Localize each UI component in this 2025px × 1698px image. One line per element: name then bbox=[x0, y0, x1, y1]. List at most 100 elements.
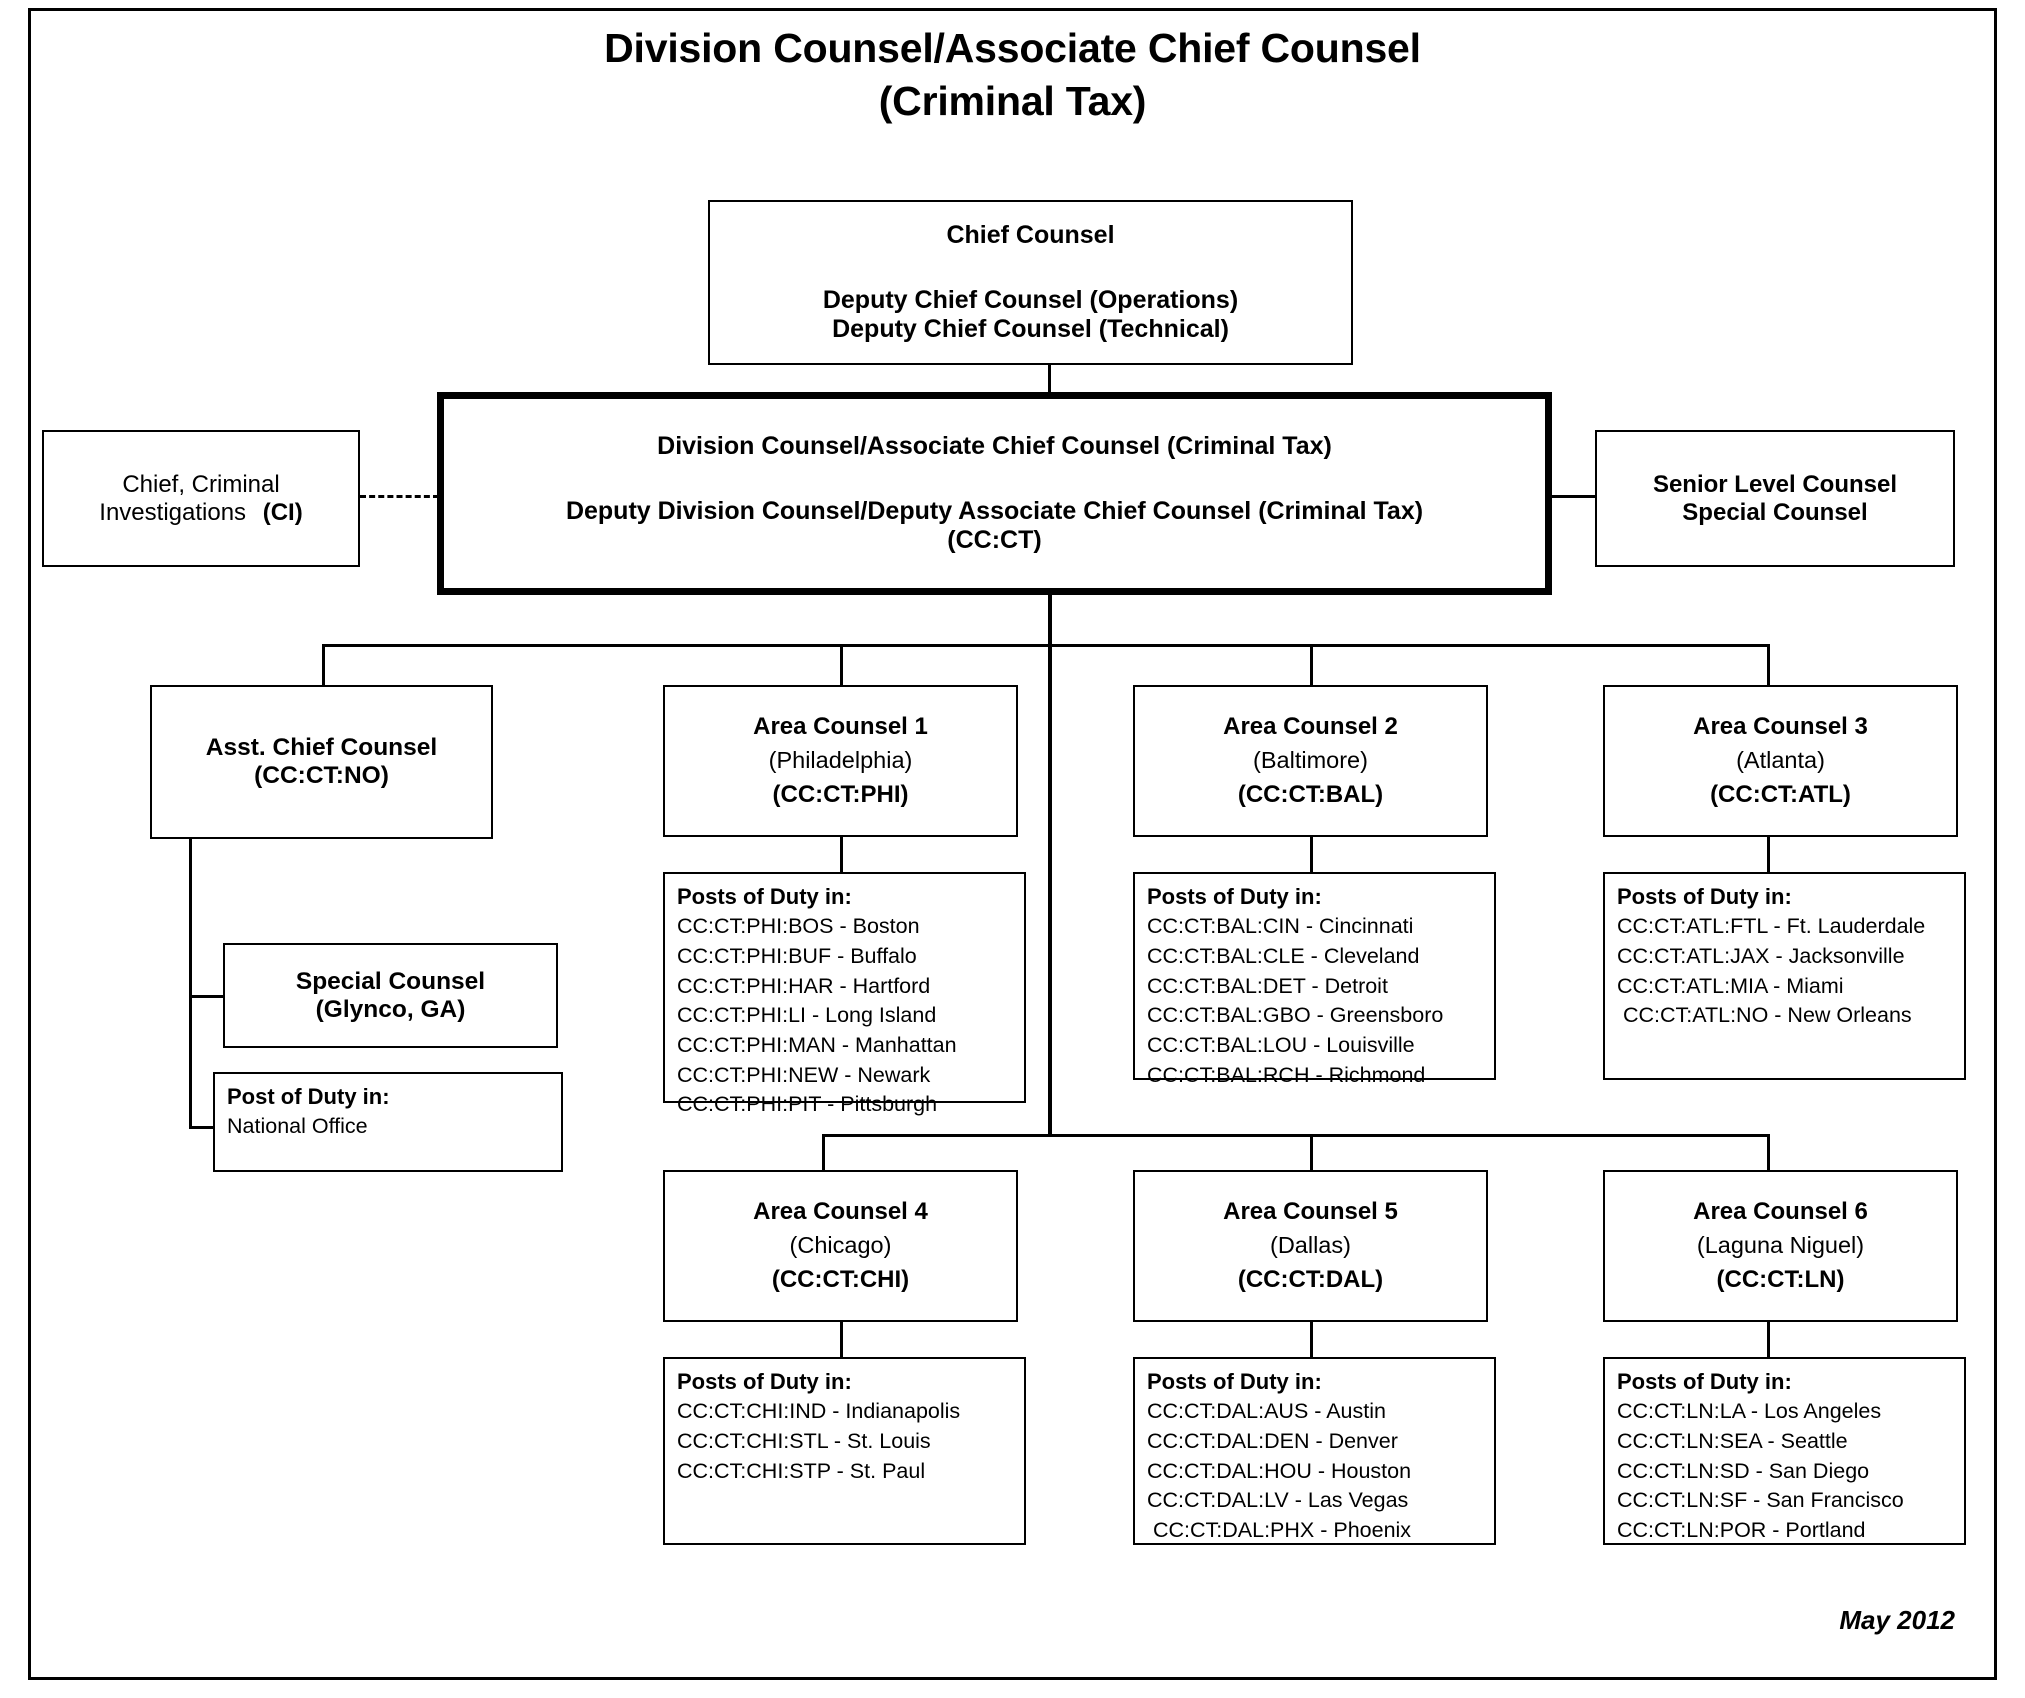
post-item: CC:CT:BAL:CIN - Cincinnati bbox=[1147, 914, 1414, 939]
area-counsel-2-title: Area Counsel 2 bbox=[1223, 713, 1398, 741]
posts-header: Posts of Duty in: bbox=[1617, 884, 1792, 909]
drop-area-1 bbox=[840, 644, 843, 685]
post-item: CC:CT:BAL:DET - Detroit bbox=[1147, 973, 1388, 998]
drop-area-2 bbox=[1310, 644, 1313, 685]
connector-area-6-to-posts bbox=[1767, 1322, 1770, 1358]
connector-area-4-to-posts bbox=[840, 1322, 843, 1358]
division-counsel-box[interactable]: Division Counsel/Associate Chief Counsel… bbox=[437, 392, 1552, 595]
area-counsel-4-posts: Posts of Duty in: CC:CT:CHI:IND - Indian… bbox=[665, 1359, 1024, 1486]
area-counsel-3-posts-box[interactable]: Posts of Duty in: CC:CT:ATL:FTL - Ft. La… bbox=[1603, 872, 1966, 1080]
connector-chief-to-division bbox=[1048, 365, 1051, 393]
connector-division-to-senior-counsel bbox=[1552, 495, 1597, 498]
deputy-chief-counsel-operations: Deputy Chief Counsel (Operations) bbox=[822, 286, 1239, 314]
post-item: CC:CT:CHI:STP - St. Paul bbox=[677, 1458, 926, 1483]
area-counsel-4-city: (Chicago) bbox=[789, 1232, 892, 1259]
chief-criminal-investigations-label: Investigations bbox=[99, 498, 247, 526]
area-counsel-3-posts: Posts of Duty in: CC:CT:ATL:FTL - Ft. La… bbox=[1605, 874, 1964, 1031]
area-counsel-5-box[interactable]: Area Counsel 5 (Dallas) (CC:CT:DAL) bbox=[1133, 1170, 1488, 1322]
senior-level-counsel-label: Senior Level Counsel bbox=[1652, 470, 1898, 498]
national-office-pod-item: National Office bbox=[227, 1114, 368, 1139]
area-counsel-3-code: (CC:CT:ATL) bbox=[1710, 780, 1851, 808]
posts-header: Posts of Duty in: bbox=[1617, 1369, 1792, 1394]
area-counsel-1-posts-box[interactable]: Posts of Duty in: CC:CT:PHI:BOS - Boston… bbox=[663, 872, 1026, 1116]
chief-criminal-investigations-box[interactable]: Chief, Criminal Investigations (CI) bbox=[42, 430, 360, 567]
post-item: CC:CT:DAL:AUS - Austin bbox=[1147, 1399, 1386, 1424]
connector-area-3-to-posts bbox=[1767, 837, 1770, 873]
post-item: CC:CT:DAL:LV - Las Vegas bbox=[1147, 1488, 1409, 1513]
post-item: CC:CT:PHI:MAN - Manhattan bbox=[677, 1032, 957, 1057]
post-item: CC:CT:LN:SEA - Seattle bbox=[1617, 1429, 1848, 1454]
post-item: CC:CT:ATL:NO - New Orleans bbox=[1617, 1003, 1912, 1028]
area-counsel-3-head: Area Counsel 3 (Atlanta) (CC:CT:ATL) bbox=[1693, 710, 1868, 812]
area-counsel-4-posts-box[interactable]: Posts of Duty in: CC:CT:CHI:IND - Indian… bbox=[663, 1357, 1026, 1545]
area-counsel-3-city: (Atlanta) bbox=[1736, 747, 1825, 774]
org-chart-canvas: Division Counsel/Associate Chief Counsel… bbox=[0, 0, 2025, 1698]
area-counsel-5-posts-box[interactable]: Posts of Duty in: CC:CT:DAL:AUS - Austin… bbox=[1133, 1357, 1496, 1545]
area-counsel-6-posts-box[interactable]: Posts of Duty in: CC:CT:LN:LA - Los Ange… bbox=[1603, 1357, 1966, 1545]
distribution-bar-row1 bbox=[322, 644, 1770, 647]
drop-area-4 bbox=[822, 1134, 825, 1171]
distribution-bar-row2 bbox=[822, 1134, 1767, 1137]
post-item: CC:CT:PHI:NEW - Newark bbox=[677, 1062, 931, 1087]
footer-date: May 2012 bbox=[1839, 1605, 1955, 1635]
area-counsel-3-box[interactable]: Area Counsel 3 (Atlanta) (CC:CT:ATL) bbox=[1603, 685, 1958, 837]
posts-header: Posts of Duty in: bbox=[1147, 1369, 1322, 1394]
post-item: CC:CT:BAL:RCH - Richmond bbox=[1147, 1062, 1426, 1087]
national-office-pod-content: Post of Duty in: National Office bbox=[215, 1074, 561, 1142]
post-item: CC:CT:LN:SF - San Francisco bbox=[1617, 1488, 1904, 1513]
post-item: CC:CT:DAL:PHX - Phoenix bbox=[1147, 1517, 1412, 1542]
post-item: CC:CT:BAL:CLE - Cleveland bbox=[1147, 944, 1420, 969]
chief-criminal-investigations-code: (CI) bbox=[262, 498, 303, 526]
asst-chief-counsel-title: Asst. Chief Counsel bbox=[205, 734, 438, 761]
chief-criminal-investigations-line2: Investigations (CI) bbox=[99, 499, 302, 527]
post-item: CC:CT:DAL:DEN - Denver bbox=[1147, 1429, 1398, 1454]
area-counsel-2-posts-box[interactable]: Posts of Duty in: CC:CT:BAL:CIN - Cincin… bbox=[1133, 872, 1496, 1087]
senior-level-counsel-box[interactable]: Senior Level Counsel Special Counsel bbox=[1595, 430, 1955, 567]
area-counsel-5-code: (CC:CT:DAL) bbox=[1237, 1265, 1384, 1293]
drop-area-3 bbox=[1767, 644, 1770, 685]
chief-counsel-box[interactable]: Chief Counsel Deputy Chief Counsel (Oper… bbox=[708, 200, 1353, 365]
chief-counsel-title: Chief Counsel bbox=[946, 221, 1115, 249]
special-counsel-glynco-title: Special Counsel bbox=[295, 967, 486, 995]
area-counsel-1-box[interactable]: Area Counsel 1 (Philadelphia) (CC:CT:PHI… bbox=[663, 685, 1018, 837]
connector-area-5-to-posts bbox=[1310, 1322, 1313, 1358]
area-counsel-6-code: (CC:CT:LN) bbox=[1716, 1265, 1845, 1293]
area-counsel-2-box[interactable]: Area Counsel 2 (Baltimore) (CC:CT:BAL) bbox=[1133, 685, 1488, 837]
connector-ci-dashed bbox=[360, 495, 439, 498]
area-counsel-2-head: Area Counsel 2 (Baltimore) (CC:CT:BAL) bbox=[1223, 710, 1398, 812]
trunk-division-down bbox=[1048, 595, 1052, 1137]
area-counsel-5-city: (Dallas) bbox=[1270, 1232, 1351, 1259]
post-item: CC:CT:PHI:PIT - Pittsburgh bbox=[677, 1092, 938, 1117]
post-item: CC:CT:BAL:LOU - Louisville bbox=[1147, 1032, 1415, 1057]
post-item: CC:CT:LN:SD - San Diego bbox=[1617, 1458, 1870, 1483]
area-counsel-6-title: Area Counsel 6 bbox=[1693, 1198, 1868, 1226]
posts-header: Posts of Duty in: bbox=[677, 1369, 852, 1394]
asst-chief-counsel-box[interactable]: Asst. Chief Counsel (CC:CT:NO) bbox=[150, 685, 493, 839]
area-counsel-6-head: Area Counsel 6 (Laguna Niguel) (CC:CT:LN… bbox=[1693, 1195, 1868, 1297]
asst-chief-counsel-code: (CC:CT:NO) bbox=[254, 762, 389, 789]
area-counsel-3-title: Area Counsel 3 bbox=[1693, 713, 1868, 741]
area-counsel-1-posts: Posts of Duty in: CC:CT:PHI:BOS - Boston… bbox=[665, 874, 1024, 1120]
connector-asst-to-national-office bbox=[189, 1126, 215, 1129]
area-counsel-2-code: (CC:CT:BAL) bbox=[1237, 780, 1384, 808]
post-item: CC:CT:PHI:BOS - Boston bbox=[677, 914, 920, 939]
page-title-line2: (Criminal Tax) bbox=[878, 78, 1147, 125]
posts-header: Posts of Duty in: bbox=[1147, 884, 1322, 909]
area-counsel-6-box[interactable]: Area Counsel 6 (Laguna Niguel) (CC:CT:LN… bbox=[1603, 1170, 1958, 1322]
spine-asst-chief-counsel bbox=[189, 839, 192, 1129]
area-counsel-4-box[interactable]: Area Counsel 4 (Chicago) (CC:CT:CHI) bbox=[663, 1170, 1018, 1322]
post-item: CC:CT:PHI:LI - Long Island bbox=[677, 1003, 937, 1028]
post-item: CC:CT:PHI:BUF - Buffalo bbox=[677, 944, 917, 969]
division-counsel-title: Division Counsel/Associate Chief Counsel… bbox=[657, 432, 1332, 460]
area-counsel-6-city: (Laguna Niguel) bbox=[1696, 1232, 1865, 1259]
drop-area-6 bbox=[1767, 1134, 1770, 1171]
area-counsel-5-head: Area Counsel 5 (Dallas) (CC:CT:DAL) bbox=[1223, 1195, 1398, 1297]
post-item: CC:CT:PHI:HAR - Hartford bbox=[677, 973, 931, 998]
national-office-pod-box[interactable]: Post of Duty in: National Office bbox=[213, 1072, 563, 1172]
connector-area-2-to-posts bbox=[1310, 837, 1313, 873]
area-counsel-1-city: (Philadelphia) bbox=[768, 747, 913, 774]
special-counsel-label: Special Counsel bbox=[1682, 498, 1868, 526]
special-counsel-glynco-box[interactable]: Special Counsel (Glynco, GA) bbox=[223, 943, 558, 1048]
drop-asst-chief-counsel bbox=[322, 644, 325, 685]
post-item: CC:CT:LN:LA - Los Angeles bbox=[1617, 1399, 1882, 1424]
